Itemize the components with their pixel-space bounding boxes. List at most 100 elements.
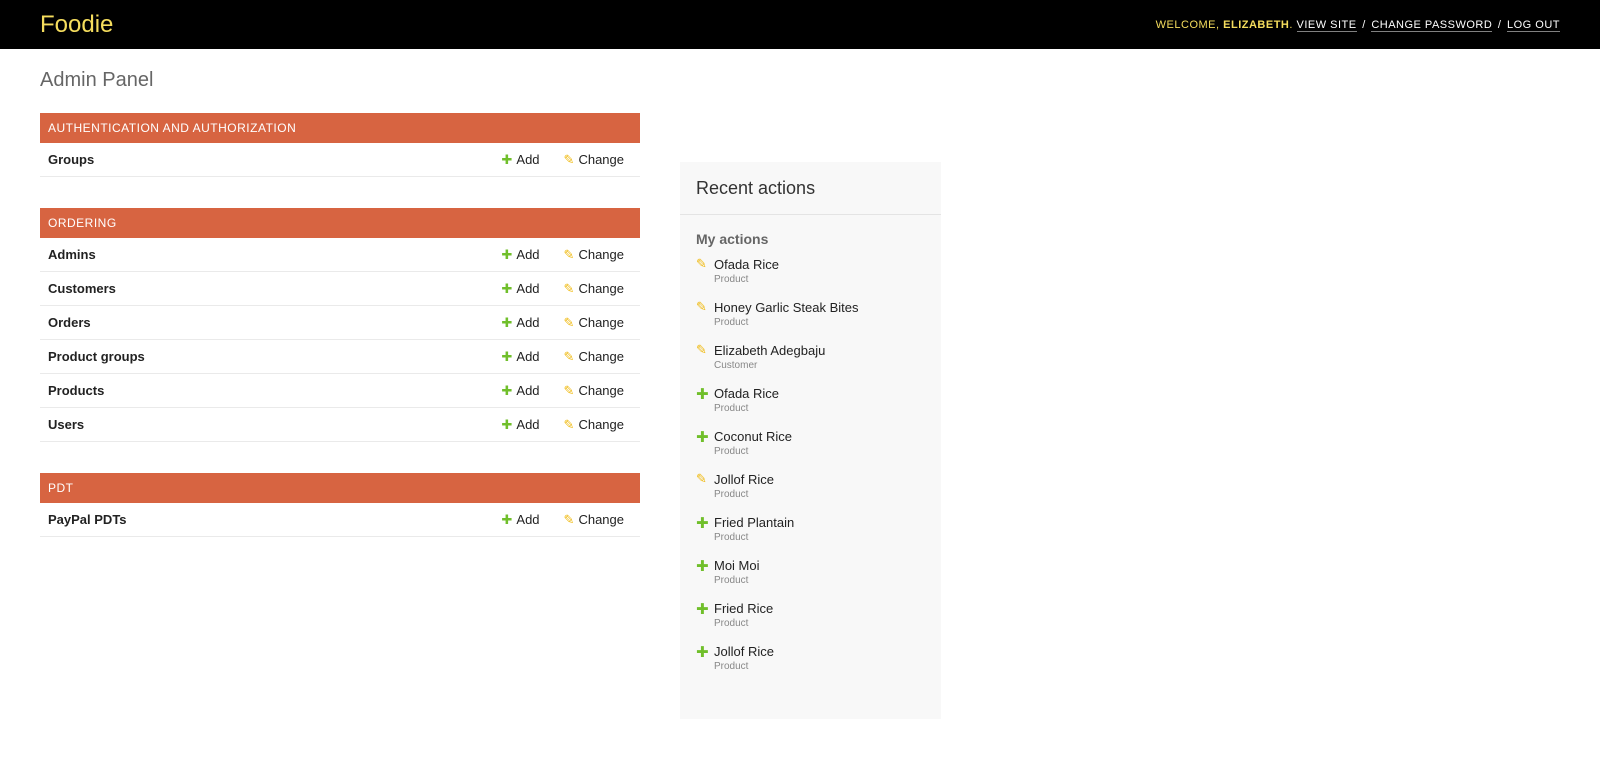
user-tools: WELCOME, ELIZABETH. VIEW SITE / CHANGE P… — [1155, 18, 1560, 32]
site-brand[interactable]: Foodie — [40, 11, 113, 39]
module-caption[interactable]: PDT — [40, 473, 640, 503]
recent-action-type: Product — [714, 575, 749, 586]
recent-action-type: Customer — [714, 360, 758, 371]
recent-actions-title: Recent actions — [680, 162, 941, 215]
plus-icon: ✚ — [501, 348, 513, 364]
recent-action-item: ✎ Jollof Rice Product — [696, 470, 925, 513]
recent-action-link[interactable]: Ofada Rice — [714, 384, 925, 401]
change-password-link[interactable]: CHANGE PASSWORD — [1371, 18, 1493, 32]
plus-icon: ✚ — [696, 601, 709, 618]
pencil-icon: ✎ — [563, 511, 575, 527]
model-row-products: Products ✚ Add ✎ Change — [40, 374, 640, 408]
plus-icon: ✚ — [501, 511, 513, 527]
log-out-link[interactable]: LOG OUT — [1506, 18, 1560, 32]
recent-actions-panel: Recent actions My actions ✎ Ofada Rice Pro… — [680, 162, 941, 719]
model-link[interactable]: Groups — [48, 152, 478, 167]
pencil-icon: ✎ — [696, 471, 707, 486]
add-link[interactable]: ✚ Add — [502, 349, 540, 365]
model-link[interactable]: Products — [48, 383, 478, 398]
add-link[interactable]: ✚ Add — [502, 512, 540, 528]
recent-action-link[interactable]: Ofada Rice — [714, 255, 925, 272]
model-row-customers: Customers ✚ Add ✎ Change — [40, 272, 640, 306]
model-row-paypal-pdts: PayPal PDTs ✚ Add ✎ Change — [40, 503, 640, 537]
recent-action-item: ✎ Elizabeth Adegbaju Customer — [696, 341, 925, 384]
my-actions-title: My actions — [696, 231, 769, 247]
page-title: Admin Panel — [40, 69, 154, 91]
model-link[interactable]: Product groups — [48, 349, 478, 364]
model-row-users: Users ✚ Add ✎ Change — [40, 408, 640, 442]
add-link[interactable]: ✚ Add — [502, 247, 540, 263]
recent-action-link[interactable]: Moi Moi — [714, 556, 925, 573]
recent-action-type: Product — [714, 274, 749, 285]
recent-action-link[interactable]: Fried Rice — [714, 599, 925, 616]
pencil-icon: ✎ — [563, 151, 575, 167]
change-link[interactable]: ✎ Change — [564, 281, 624, 297]
pencil-icon: ✎ — [696, 342, 707, 357]
recent-action-type: Product — [714, 446, 749, 457]
pencil-icon: ✎ — [563, 382, 575, 398]
change-link[interactable]: ✎ Change — [564, 349, 624, 365]
pencil-icon: ✎ — [696, 299, 707, 314]
pencil-icon: ✎ — [563, 416, 575, 432]
change-link[interactable]: ✎ Change — [564, 247, 624, 263]
recent-action-type: Product — [714, 403, 749, 414]
recent-action-link[interactable]: Jollof Rice — [714, 642, 925, 659]
view-site-link[interactable]: VIEW SITE — [1296, 18, 1357, 32]
change-link[interactable]: ✎ Change — [564, 417, 624, 433]
recent-action-item: ✚ Moi Moi Product — [696, 556, 925, 599]
recent-action-type: Product — [714, 532, 749, 543]
plus-icon: ✚ — [501, 151, 513, 167]
change-link[interactable]: ✎ Change — [564, 315, 624, 331]
recent-action-item: ✚ Coconut Rice Product — [696, 427, 925, 470]
model-link[interactable]: PayPal PDTs — [48, 512, 478, 527]
plus-icon: ✚ — [696, 558, 709, 575]
module-caption[interactable]: AUTHENTICATION AND AUTHORIZATION — [40, 113, 640, 143]
recent-action-item: ✎ Ofada Rice Product — [696, 255, 925, 298]
plus-icon: ✚ — [696, 515, 709, 532]
plus-icon: ✚ — [501, 246, 513, 262]
recent-action-link[interactable]: Honey Garlic Steak Bites — [714, 298, 925, 315]
plus-icon: ✚ — [696, 429, 709, 446]
app-list: AUTHENTICATION AND AUTHORIZATION Groups … — [40, 113, 640, 568]
model-link[interactable]: Admins — [48, 247, 478, 262]
model-row-admins: Admins ✚ Add ✎ Change — [40, 238, 640, 272]
model-link[interactable]: Customers — [48, 281, 478, 296]
pencil-icon: ✎ — [696, 256, 707, 271]
plus-icon: ✚ — [501, 382, 513, 398]
action-list: ✎ Ofada Rice Product ✎ Honey Garlic Steak Bi… — [680, 255, 941, 685]
recent-action-link[interactable]: Coconut Rice — [714, 427, 925, 444]
pencil-icon: ✎ — [563, 314, 575, 330]
recent-action-link[interactable]: Elizabeth Adegbaju — [714, 341, 925, 358]
module-pdt: PDT PayPal PDTs ✚ Add ✎ Change — [40, 473, 640, 537]
recent-action-type: Product — [714, 661, 749, 672]
recent-action-link[interactable]: Jollof Rice — [714, 470, 925, 487]
add-link[interactable]: ✚ Add — [502, 152, 540, 168]
plus-icon: ✚ — [501, 280, 513, 296]
plus-icon: ✚ — [696, 386, 709, 403]
module-caption[interactable]: ORDERING — [40, 208, 640, 238]
change-link[interactable]: ✎ Change — [564, 383, 624, 399]
change-link[interactable]: ✎ Change — [564, 152, 624, 168]
plus-icon: ✚ — [501, 416, 513, 432]
model-link[interactable]: Orders — [48, 315, 478, 330]
recent-action-item: ✚ Fried Rice Product — [696, 599, 925, 642]
welcome-text: WELCOME, — [1155, 18, 1220, 31]
add-link[interactable]: ✚ Add — [502, 417, 540, 433]
recent-action-type: Product — [714, 317, 749, 328]
model-row-orders: Orders ✚ Add ✎ Change — [40, 306, 640, 340]
pencil-icon: ✎ — [563, 280, 575, 296]
add-link[interactable]: ✚ Add — [502, 281, 540, 297]
pencil-icon: ✎ — [563, 348, 575, 364]
main-content: Admin Panel AUTHENTICATION AND AUTHORIZA… — [0, 49, 1600, 719]
add-link[interactable]: ✚ Add — [502, 383, 540, 399]
username: ELIZABETH — [1223, 18, 1290, 31]
recent-action-link[interactable]: Fried Plantain — [714, 513, 925, 530]
recent-action-type: Product — [714, 618, 749, 629]
plus-icon: ✚ — [501, 314, 513, 330]
model-link[interactable]: Users — [48, 417, 478, 432]
add-link[interactable]: ✚ Add — [502, 315, 540, 331]
recent-action-item: ✚ Ofada Rice Product — [696, 384, 925, 427]
change-link[interactable]: ✎ Change — [564, 512, 624, 528]
recent-action-item: ✚ Fried Plantain Product — [696, 513, 925, 556]
recent-action-item: ✚ Jollof Rice Product — [696, 642, 925, 685]
